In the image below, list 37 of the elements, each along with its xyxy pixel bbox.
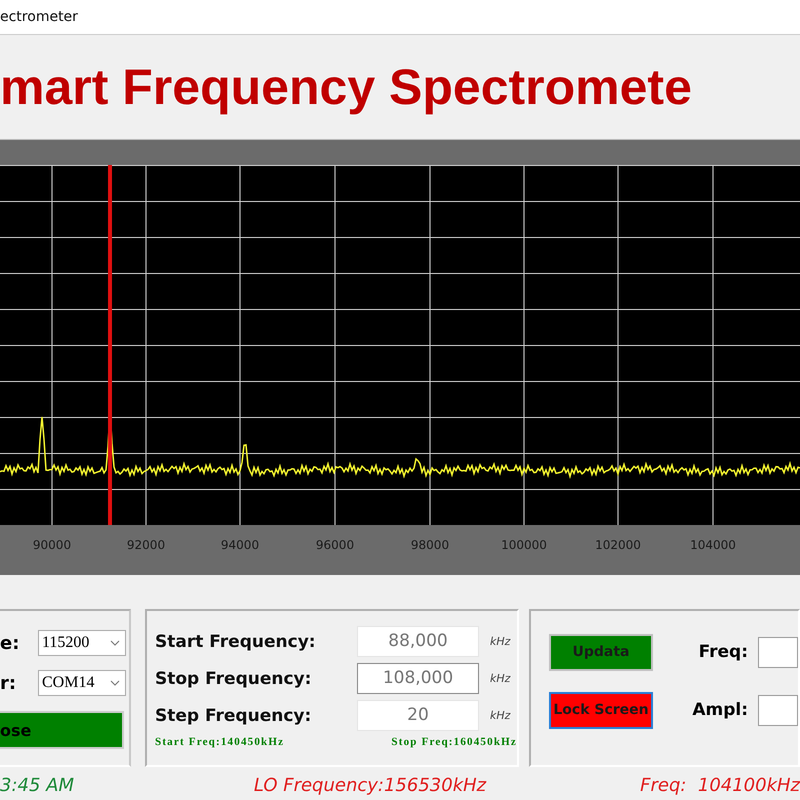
axis-tick-label: 92000 <box>126 538 166 552</box>
lo-frequency-text: LO Frequency:156530kHz <box>254 774 488 796</box>
start-freq-note: Start Freq:140450kHz <box>155 736 284 748</box>
axis-tick-label: 100000 <box>501 538 547 552</box>
update-button[interactable]: Updata <box>549 634 653 670</box>
axis-tick-label: 98000 <box>410 538 450 552</box>
axis-tick-label: 104000 <box>690 538 736 552</box>
field-label: Stop Frequency: <box>155 668 312 688</box>
time-text: 3:45 AM <box>0 774 75 796</box>
field-label: e: <box>0 632 20 654</box>
stop-freq-note: Stop Freq:160450kHz <box>391 736 517 748</box>
field-label: Step Frequency: <box>155 706 312 726</box>
readout-field[interactable] <box>758 694 798 726</box>
readout-field[interactable] <box>758 636 798 668</box>
window-title: ectrometer <box>0 9 78 25</box>
unit-label: kHz <box>490 635 510 648</box>
field-label: Start Frequency: <box>155 632 317 652</box>
field-label: r: <box>0 672 18 694</box>
axis-tick-label: 102000 <box>595 538 641 552</box>
dropdown[interactable]: COM14 <box>38 670 126 696</box>
readout-label: Freq: <box>698 642 749 662</box>
readout-label: Ampl: <box>691 700 749 720</box>
unit-label: kHz <box>490 672 510 685</box>
axis-tick-label: 90000 <box>32 538 72 552</box>
unit-label: kHz <box>490 709 510 722</box>
chevron-down-icon <box>110 680 120 686</box>
input-field[interactable]: 108,000 <box>357 663 479 694</box>
chevron-down-icon <box>110 640 120 646</box>
input-field[interactable]: 88,000 <box>357 626 479 657</box>
axis-tick-label: 96000 <box>316 538 354 552</box>
app-title: mart Frequency Spectromete <box>0 58 692 116</box>
marker-reading-text: Freq: 104100kHz <box>640 774 800 796</box>
input-field[interactable]: 20 <box>357 700 479 731</box>
lock-screen-button[interactable]: Lock Screen <box>549 692 653 728</box>
axis-tick-label: 94000 <box>220 538 260 552</box>
dropdown[interactable]: 115200 <box>38 630 126 656</box>
close-port-button[interactable]: ose <box>0 711 124 749</box>
